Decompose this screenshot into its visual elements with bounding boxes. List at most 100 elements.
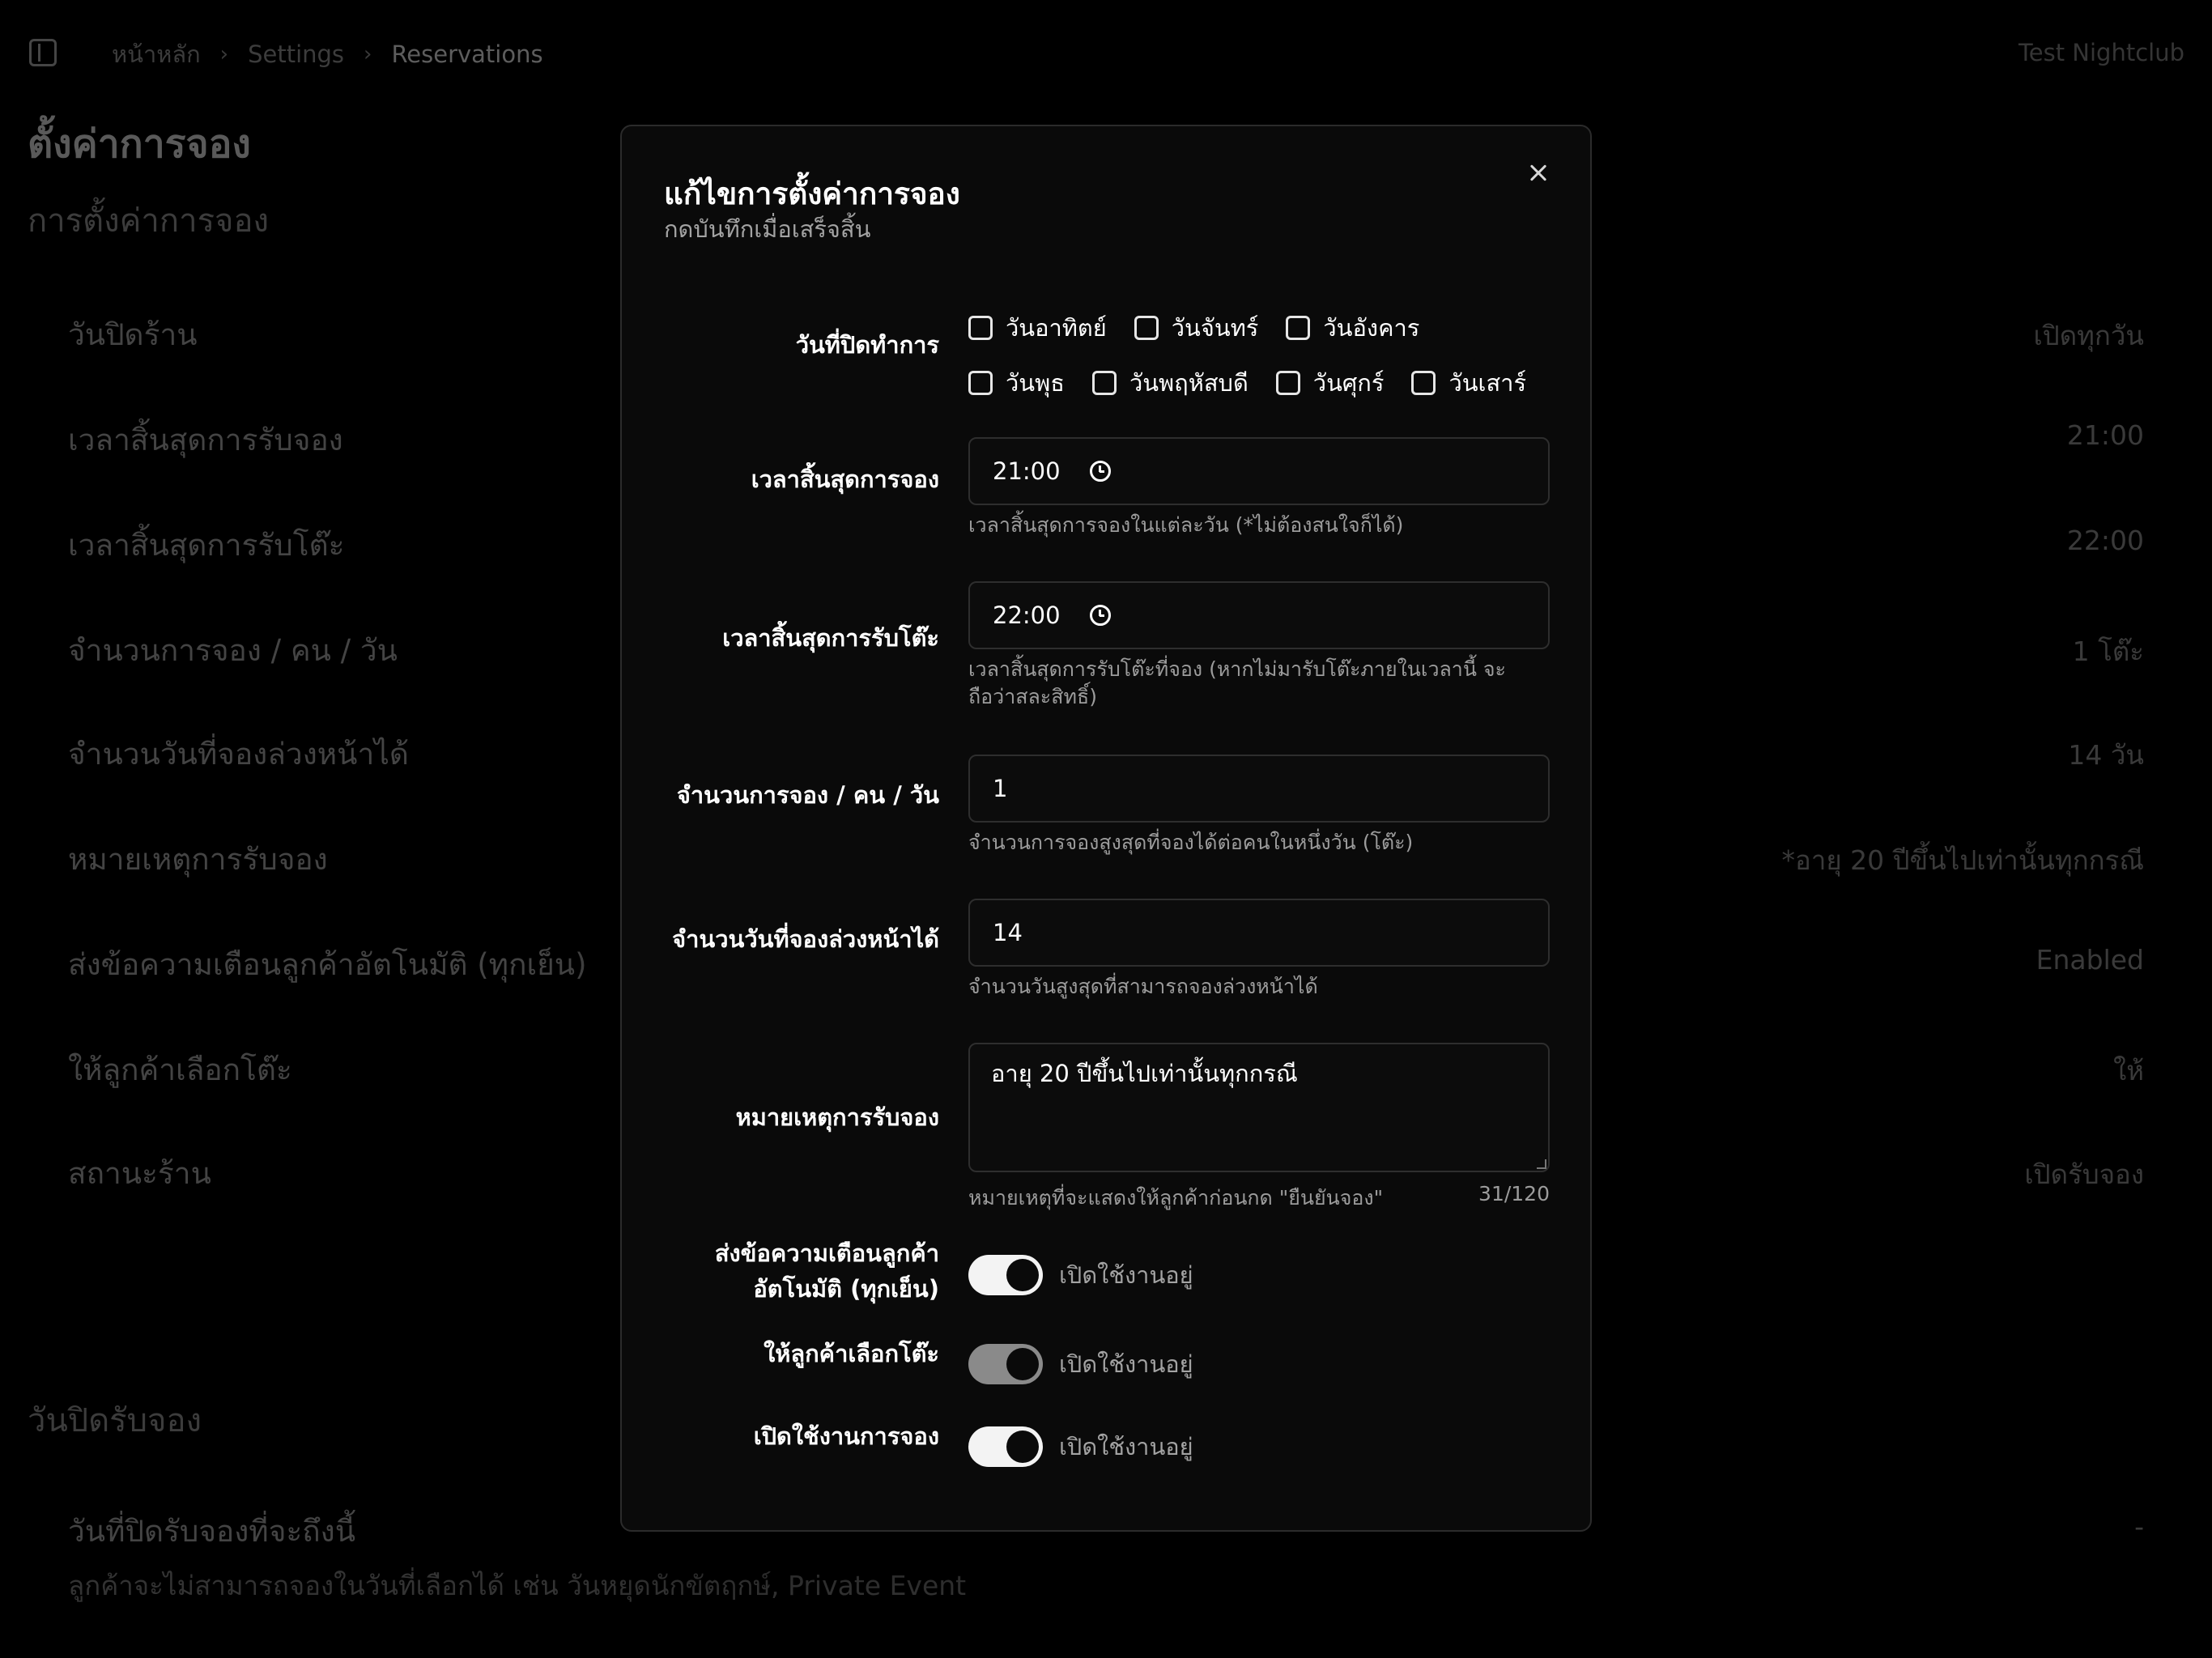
- row-label: สถานะร้าน: [68, 1156, 211, 1191]
- table-end-time-label: เวลาสิ้นสุดการรับโต๊ะ: [722, 624, 939, 652]
- row-value: ให้: [2113, 1055, 2144, 1086]
- auto-reminder-label-line2: อัตโนมัติ (ทุกเย็น): [753, 1275, 939, 1303]
- toggle-knob: [1006, 1431, 1039, 1463]
- booking-end-time-input[interactable]: 21:00: [968, 437, 1550, 505]
- breadcrumb-home[interactable]: หน้าหลัก: [112, 36, 201, 73]
- time-value: 21:00: [993, 457, 1061, 485]
- row-label: เวลาสิ้นสุดการรับโต๊ะ: [68, 528, 345, 563]
- checkbox-box[interactable]: [1134, 316, 1159, 340]
- closed-days-row-2: วันพุธ วันพฤหัสบดี วันศุกร์ วันเสาร์: [968, 364, 1554, 402]
- enable-booking-toggle[interactable]: [968, 1426, 1043, 1467]
- closed-days-row-1: วันอาทิตย์ วันจันทร์ วันอังคาร: [968, 309, 1447, 346]
- close-icon[interactable]: [1521, 155, 1556, 191]
- table-selection-toggle-row: เปิดใช้งานอยู่: [968, 1344, 1193, 1384]
- breadcrumb-settings[interactable]: Settings: [248, 40, 344, 68]
- row-value: เปิดรับจอง: [2024, 1158, 2144, 1190]
- bookings-per-day-input[interactable]: 1: [968, 755, 1550, 823]
- checkbox-box[interactable]: [1286, 316, 1311, 340]
- auto-reminder-toggle-row: เปิดใช้งานอยู่: [968, 1255, 1193, 1295]
- checkbox-box[interactable]: [968, 371, 993, 395]
- row-label: จำนวนการจอง / คน / วัน: [68, 633, 398, 668]
- row-label: วันที่ปิดรับจองที่จะถึงนี้: [68, 1514, 356, 1549]
- advance-days-label: จำนวนวันที่จองล่วงหน้าได้: [672, 925, 939, 953]
- sidebar-toggle-icon[interactable]: [29, 39, 57, 66]
- table-end-time-field: 22:00 เวลาสิ้นสุดการรับโต๊ะที่จอง (หากไม…: [968, 581, 1550, 711]
- row-label: เวลาสิ้นสุดการรับจอง: [68, 423, 343, 457]
- checkbox-box[interactable]: [1411, 371, 1436, 395]
- checkbox-saturday[interactable]: วันเสาร์: [1411, 364, 1526, 402]
- row-value: 14 วัน: [2068, 739, 2144, 771]
- auto-reminder-status: เปิดใช้งานอยู่: [1059, 1261, 1193, 1289]
- booking-end-time-label: เวลาสิ้นสุดการจอง: [751, 466, 939, 493]
- booking-note-textarea[interactable]: อายุ 20 ปีขึ้นไปเท่านั้นทุกกรณี: [968, 1043, 1550, 1172]
- checkbox-box[interactable]: [968, 316, 993, 340]
- enable-booking-label: เปิดใช้งานการจอง: [753, 1422, 939, 1450]
- auto-reminder-toggle[interactable]: [968, 1255, 1043, 1295]
- row-value: 21:00: [2066, 419, 2144, 451]
- row-value: 22:00: [2066, 525, 2144, 556]
- checkbox-tuesday[interactable]: วันอังคาร: [1286, 309, 1419, 346]
- closed-days-label: วันที่ปิดทำการ: [795, 331, 939, 359]
- advance-days-input[interactable]: 14: [968, 899, 1550, 967]
- table-selection-toggle[interactable]: [968, 1344, 1043, 1384]
- bookings-per-day-help: จำนวนการจองสูงสุดที่จองได้ต่อคนในหนึ่งวั…: [968, 831, 1414, 854]
- character-counter: 31/120: [1478, 1182, 1550, 1205]
- chevron-right-icon: ›: [364, 42, 372, 66]
- table-end-time-help: เวลาสิ้นสุดการรับโต๊ะที่จอง (หากไม่มารับ…: [968, 657, 1506, 708]
- closure-section-title: วันปิดรับจอง: [28, 1402, 202, 1439]
- row-value: *อายุ 20 ปีขึ้นไปเท่านั้นทุกกรณี: [1781, 844, 2145, 876]
- textarea-value: อายุ 20 ปีขึ้นไปเท่านั้นทุกกรณี: [991, 1060, 1298, 1087]
- clock-icon[interactable]: [1090, 461, 1111, 482]
- booking-end-time-field: 21:00 เวลาสิ้นสุดการจองในแต่ละวัน (*ไม่ต…: [968, 437, 1550, 539]
- checkbox-label: วันอังคาร: [1323, 314, 1420, 342]
- clock-icon[interactable]: [1090, 605, 1111, 626]
- booking-note-field: อายุ 20 ปีขึ้นไปเท่านั้นทุกกรณี หมายเหตุ…: [968, 1043, 1550, 1214]
- checkbox-label: วันเสาร์: [1448, 369, 1527, 397]
- booking-note-help: หมายเหตุที่จะแสดงให้ลูกค้าก่อนกด "ยืนยัน…: [968, 1186, 1384, 1209]
- row-value: เปิดทุกวัน: [2033, 320, 2144, 351]
- checkbox-label: วันจันทร์: [1171, 314, 1259, 342]
- table-end-time-input[interactable]: 22:00: [968, 581, 1550, 649]
- row-label: วันปิดร้าน: [68, 317, 198, 352]
- checkbox-thursday[interactable]: วันพฤหัสบดี: [1091, 364, 1249, 402]
- bookings-per-day-field: 1 จำนวนการจองสูงสุดที่จองได้ต่อคนในหนึ่ง…: [968, 755, 1550, 857]
- booking-note-help-row: หมายเหตุที่จะแสดงให้ลูกค้าก่อนกด "ยืนยัน…: [968, 1182, 1550, 1214]
- row-description: ลูกค้าจะไม่สามารถจองในวันที่เลือกได้ เช่…: [68, 1570, 967, 1601]
- enable-booking-toggle-row: เปิดใช้งานอยู่: [968, 1426, 1193, 1467]
- page-title: ตั้งค่าการจอง: [28, 121, 251, 167]
- checkbox-label: วันพุธ: [1006, 369, 1065, 397]
- breadcrumb: หน้าหลัก › Settings › Reservations: [112, 36, 543, 73]
- auto-reminder-label: ส่งข้อความเตือนลูกค้า อัตโนมัติ (ทุกเย็น…: [632, 1235, 939, 1307]
- checkbox-sunday[interactable]: วันอาทิตย์: [968, 309, 1107, 346]
- checkbox-box[interactable]: [1275, 371, 1300, 395]
- top-bar: หน้าหลัก › Settings › Reservations Test …: [0, 0, 2212, 107]
- dialog-subtitle: กดบันทึกเมื่อเสร็จสิ้น: [664, 215, 871, 243]
- checkbox-label: วันอาทิตย์: [1006, 314, 1107, 342]
- toggle-knob: [1006, 1348, 1039, 1380]
- checkbox-wednesday[interactable]: วันพุธ: [968, 364, 1065, 402]
- row-label: ให้ลูกค้าเลือกโต๊ะ: [68, 1052, 292, 1087]
- checkbox-friday[interactable]: วันศุกร์: [1275, 364, 1384, 402]
- row-value: -: [2134, 1511, 2144, 1542]
- enable-booking-status: เปิดใช้งานอยู่: [1059, 1433, 1193, 1460]
- resize-handle-icon[interactable]: [1537, 1159, 1546, 1169]
- toggle-knob: [1006, 1259, 1039, 1291]
- time-value: 22:00: [993, 602, 1061, 629]
- row-value: 1 โต๊ะ: [2072, 636, 2144, 667]
- reservations-settings-page: หน้าหลัก › Settings › Reservations Test …: [0, 0, 2212, 1658]
- row-value: Enabled: [2035, 944, 2144, 976]
- row-label: ส่งข้อความเตือนลูกค้าอัตโนมัติ (ทุกเย็น): [68, 947, 587, 982]
- row-label: จำนวนวันที่จองล่วงหน้าได้: [68, 737, 409, 772]
- advance-days-help: จำนวนวันสูงสุดที่สามารถจองล่วงหน้าได้: [968, 975, 1318, 998]
- section-title: การตั้งค่าการจอง: [28, 202, 270, 240]
- checkbox-box[interactable]: [1091, 371, 1117, 395]
- auto-reminder-label-line1: ส่งข้อความเตือนลูกค้า: [714, 1239, 939, 1267]
- edit-booking-settings-dialog: แก้ไขการตั้งค่าการจอง กดบันทึกเมื่อเสร็จ…: [620, 125, 1592, 1532]
- checkbox-monday[interactable]: วันจันทร์: [1134, 309, 1259, 346]
- table-selection-label: ให้ลูกค้าเลือกโต๊ะ: [764, 1340, 939, 1367]
- chevron-right-icon: ›: [219, 42, 229, 66]
- breadcrumb-reservations: Reservations: [391, 40, 543, 68]
- venue-name[interactable]: Test Nightclub: [2018, 39, 2184, 66]
- checkbox-label: วันพฤหัสบดี: [1129, 369, 1249, 397]
- booking-end-time-help: เวลาสิ้นสุดการจองในแต่ละวัน (*ไม่ต้องสนใ…: [968, 513, 1404, 537]
